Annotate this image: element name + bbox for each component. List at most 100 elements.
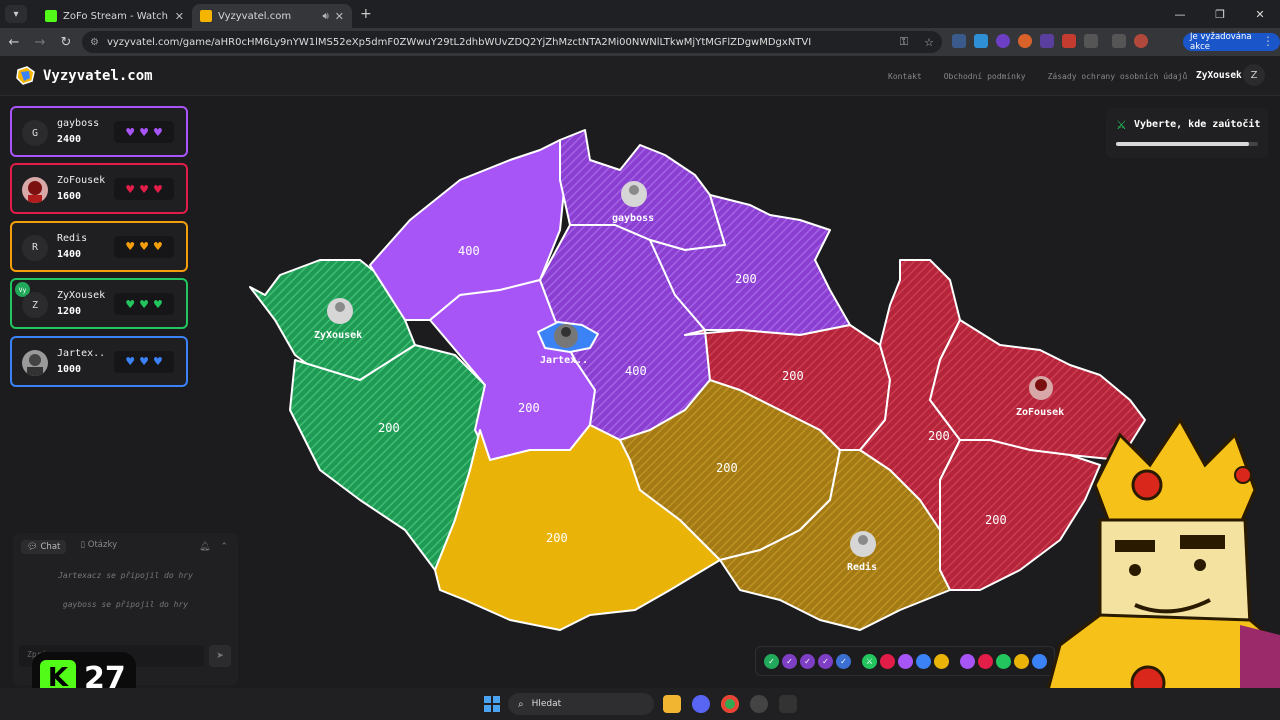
logo-icon (15, 66, 37, 86)
browser-tab-active[interactable]: Vyzyvatel.com 🔊︎ ✕ (192, 4, 352, 28)
avatar (22, 177, 48, 204)
media-icon[interactable] (1112, 34, 1126, 48)
lives: ♥ ♥ ♥ (114, 293, 174, 316)
player-name: gayboss (57, 118, 100, 129)
round-dot (960, 653, 975, 669)
player-name: ZyXousek (57, 290, 106, 302)
heart-icon: ♥ (125, 355, 136, 369)
taskbar: ⌕ Hledat (0, 688, 1280, 720)
file-explorer-icon[interactable] (663, 695, 681, 713)
forward-icon[interactable]: → (28, 35, 52, 50)
round-dot (898, 653, 913, 669)
new-tab-button[interactable]: + (360, 6, 372, 22)
region-score-label: 200 (378, 421, 400, 435)
pin-name: Redis (847, 561, 877, 573)
player-card-self: Vy Z ZyXousek 1200 ♥ ♥ ♥ (10, 278, 188, 330)
avatar: G (22, 120, 48, 146)
password-key-icon[interactable]: ⚿ (900, 35, 908, 49)
round-dot (1014, 653, 1029, 669)
extension-icon[interactable] (1018, 34, 1032, 48)
reload-icon[interactable]: ↻ (54, 35, 78, 50)
heart-icon: ♥ (152, 240, 163, 254)
extension-icon[interactable] (996, 34, 1010, 48)
current-user-name[interactable]: ZyXousek (1196, 70, 1242, 81)
discord-icon[interactable] (692, 695, 710, 713)
browser-tab[interactable]: ZoFo Stream - Watch Live on Ki ✕ (37, 4, 192, 28)
heart-icon: ♥ (152, 125, 163, 139)
app-icon[interactable] (750, 695, 768, 713)
search-icon: ⌕ (518, 698, 524, 710)
address-bar[interactable]: ⚙ vyzyvatel.com/game/aHR0cHM6Ly9nYW1lMS5… (82, 31, 942, 53)
region-score-label: 200 (518, 401, 540, 415)
puzzle-icon[interactable] (1084, 34, 1098, 48)
chrome-icon[interactable] (721, 695, 739, 713)
link-kontakt[interactable]: Kontakt (888, 72, 922, 81)
back-icon[interactable]: ← (2, 35, 26, 50)
user-avatar[interactable]: Z (1243, 64, 1265, 86)
app-icon[interactable] (779, 695, 797, 713)
close-tab-icon[interactable]: ✕ (335, 10, 344, 23)
site-info-icon[interactable]: ⚙ (90, 37, 99, 48)
region-score-label: 200 (782, 369, 804, 383)
speaker-icon[interactable]: 🔊︎ (322, 11, 328, 22)
round-progress: ✓ ✓ ✓ ✓ ✓ ⚔ (755, 646, 1055, 676)
game-map: 400 400 200 200 200 200 200 200 200 200 … (249, 129, 1146, 631)
link-terms[interactable]: Obchodní podmínky (944, 72, 1026, 81)
header-links: Kontakt Obchodní podmínky Zásady ochrany… (888, 72, 1187, 81)
round-done-icon: ✓ (764, 653, 779, 669)
tab-title: Vyzyvatel.com (218, 10, 292, 22)
round-done-icon: ✓ (836, 653, 851, 669)
round-done-icon: ✓ (818, 653, 833, 669)
player-score: 1400 (57, 248, 82, 260)
bookmark-star-icon[interactable]: ☆ (924, 36, 934, 49)
player-list: G gayboss 2400 ♥ ♥ ♥ ZoFousek 1600 ♥ ♥ ♥ R R… (10, 106, 188, 393)
round-dot (996, 653, 1011, 669)
region-score-label: 200 (546, 531, 568, 545)
pin-name: ZyXousek (314, 330, 362, 341)
avatar (22, 349, 48, 376)
tab-chat[interactable]: 💬︎ Chat (21, 540, 67, 554)
maximize-icon[interactable]: ❐ (1200, 0, 1240, 28)
close-tab-icon[interactable]: ✕ (175, 10, 184, 23)
window-controls: — ❐ ✕ (1160, 0, 1280, 28)
chevron-up-icon[interactable]: ⌃ (220, 542, 228, 552)
taskbar-search[interactable]: ⌕ Hledat (508, 693, 654, 715)
region-score-label: 400 (458, 244, 480, 258)
heart-icon: ♥ (125, 240, 136, 254)
instruction-text: Vyberte, kde zaútočit (1134, 119, 1261, 130)
minimize-icon[interactable]: — (1160, 0, 1200, 28)
chat-message: gayboss se připojil do hry (62, 600, 189, 609)
heart-icon: ♥ (152, 182, 163, 196)
bell-icon[interactable]: 🔔︎ (199, 542, 210, 552)
avatar-head (561, 327, 571, 337)
lives: ♥ ♥ ♥ (114, 350, 174, 373)
chat-tabs: 💬︎ Chat ▯ Otázky (21, 540, 117, 554)
heart-icon: ♥ (152, 355, 163, 369)
send-icon[interactable]: ➤ (209, 645, 231, 667)
region-score-label: 400 (625, 364, 647, 378)
tab-title: ZoFo Stream - Watch Live on Ki (63, 10, 169, 22)
extension-icon[interactable] (1040, 34, 1054, 48)
extension-icon[interactable] (974, 34, 988, 48)
round-current-icon: ⚔ (862, 653, 877, 669)
avatar-head (858, 535, 868, 545)
url-text[interactable]: vyzyvatel.com/game/aHR0cHM6Ly9nYW1lMS52e… (107, 37, 892, 48)
menu-kebab-icon[interactable]: ⋮ (1262, 34, 1274, 48)
round-dot (916, 653, 931, 669)
link-privacy[interactable]: Zásady ochrany osobních údajů (1048, 72, 1188, 81)
tab-questions[interactable]: ▯ Otázky (80, 540, 117, 554)
close-window-icon[interactable]: ✕ (1240, 0, 1280, 28)
profile-icon[interactable] (1134, 34, 1148, 48)
site-header: Vyzyvatel.com Kontakt Obchodní podmínky … (0, 56, 1280, 96)
windows-start-icon[interactable] (484, 696, 500, 712)
extension-icon[interactable] (1062, 34, 1076, 48)
avatar-head (629, 185, 639, 195)
heart-icon: ♥ (139, 297, 149, 311)
tab-search-icon[interactable]: ▾ (5, 5, 27, 23)
extension-icon[interactable] (952, 34, 966, 48)
site-logo[interactable]: Vyzyvatel.com (15, 66, 153, 86)
player-score: 2400 (57, 134, 82, 145)
heart-icon: ♥ (125, 297, 136, 311)
player-name: ZoFousek (57, 175, 106, 187)
chat-controls: 🔔︎ ⌃ (199, 542, 228, 552)
